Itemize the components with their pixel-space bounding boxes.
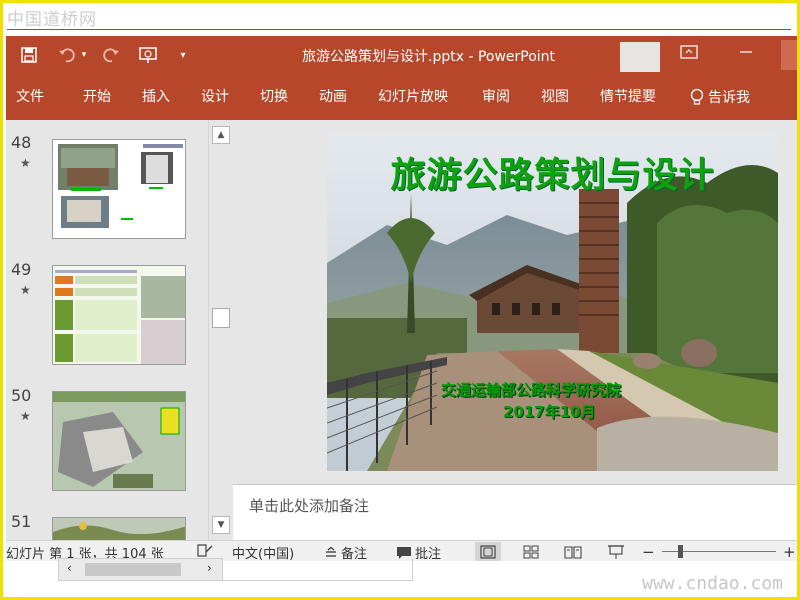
- zoom-slider-thumb[interactable]: [678, 545, 683, 558]
- slideshow-view-icon[interactable]: [603, 542, 629, 561]
- lightbulb-icon: [690, 88, 704, 105]
- undo-icon[interactable]: [56, 44, 78, 66]
- slide-subtitle-date[interactable]: 2017年10月: [503, 401, 596, 422]
- animation-star-icon: ★: [20, 156, 31, 170]
- zoom-in-button[interactable]: +: [783, 543, 796, 561]
- tab-file[interactable]: 文件: [16, 86, 44, 106]
- thumbnail-scrollbar[interactable]: ▲ ▼: [208, 120, 233, 540]
- tab-slideshow[interactable]: 幻灯片放映: [378, 86, 448, 106]
- slide-thumbnail-50[interactable]: [52, 391, 186, 491]
- slide-thumbnail-51[interactable]: [52, 517, 186, 541]
- spelling-check-icon[interactable]: [196, 543, 214, 558]
- thumbnail-number: 50: [11, 386, 32, 405]
- horizontal-scrollbar-thumb[interactable]: [85, 563, 181, 576]
- zoom-out-button[interactable]: −: [642, 543, 655, 561]
- save-icon[interactable]: [18, 44, 40, 66]
- customize-qat-icon[interactable]: ▾: [176, 44, 190, 66]
- tab-transitions[interactable]: 切换: [260, 86, 288, 106]
- normal-view-icon[interactable]: [475, 542, 501, 561]
- tab-home[interactable]: 开始: [83, 86, 111, 106]
- current-slide[interactable]: 旅游公路策划与设计 交通运输部公路科学研究院 2017年10月: [327, 133, 778, 471]
- tab-design[interactable]: 设计: [201, 86, 229, 106]
- slide-editing-area: 旅游公路策划与设计 交通运输部公路科学研究院 2017年10月: [233, 120, 797, 484]
- slideshow-from-start-icon[interactable]: [136, 44, 162, 66]
- slide-thumbnail-49[interactable]: [52, 265, 186, 365]
- notes-icon: [326, 546, 336, 557]
- divider: [7, 29, 791, 30]
- animation-star-icon: ★: [20, 283, 31, 297]
- slide-subtitle-organization[interactable]: 交通运输部公路科学研究院: [441, 379, 621, 400]
- tell-me-label: 告诉我: [708, 90, 750, 106]
- account-area[interactable]: [620, 42, 660, 72]
- tell-me-box[interactable]: 告诉我: [690, 87, 750, 107]
- scroll-left-icon[interactable]: ‹: [67, 561, 72, 575]
- slide-thumbnail-48[interactable]: [52, 139, 186, 239]
- scroll-down-icon[interactable]: ▼: [212, 516, 230, 534]
- thumbnail-number: 48: [11, 133, 32, 152]
- animation-star-icon: ★: [20, 409, 31, 423]
- tab-review[interactable]: 审阅: [482, 86, 510, 106]
- window-title: 旅游公路策划与设计.pptx - PowerPoint: [302, 49, 556, 65]
- screenshot-frame: 中国道桥网 ▾ ▾ 旅游公路策划与设计.pptx - PowerPoint 文件: [0, 0, 800, 600]
- tab-view[interactable]: 视图: [541, 86, 569, 106]
- ribbon-tabs: 文件 开始 插入 设计 切换 动画 幻灯片放映 审阅 视图 情节提要 告诉我: [6, 74, 797, 120]
- slide-thumbnails-pane: 48 ★ 49 ★ 50 ★ 51: [6, 120, 208, 541]
- minimize-icon[interactable]: [738, 44, 760, 64]
- reading-view-icon[interactable]: [560, 542, 586, 561]
- title-bar: ▾ ▾ 旅游公路策划与设计.pptx - PowerPoint: [6, 36, 797, 74]
- scrollbar-frame: [223, 558, 413, 581]
- tab-animations[interactable]: 动画: [319, 86, 347, 106]
- scroll-right-icon[interactable]: ›: [207, 561, 212, 575]
- scrollbar-thumb[interactable]: [212, 308, 230, 328]
- notes-pane[interactable]: 单击此处添加备注: [233, 484, 797, 540]
- redo-icon[interactable]: [100, 44, 122, 66]
- watermark-bottom: www.cndao.com: [642, 573, 783, 594]
- slide-title[interactable]: 旅游公路策划与设计: [327, 147, 778, 198]
- watermark-text: 中国道桥网: [7, 10, 97, 30]
- maximize-icon[interactable]: [781, 40, 797, 70]
- scroll-up-icon[interactable]: ▲: [212, 126, 230, 144]
- notes-placeholder: 单击此处添加备注: [249, 497, 370, 515]
- horizontal-scrollbar[interactable]: ‹ ›: [58, 558, 223, 581]
- tab-insert[interactable]: 插入: [142, 86, 170, 106]
- watermark-top: 中国道桥网: [3, 3, 797, 36]
- tab-storyboarding[interactable]: 情节提要: [600, 86, 656, 106]
- comments-label: 批注: [415, 547, 442, 562]
- ribbon-display-options-icon[interactable]: [680, 44, 702, 64]
- slide-sorter-view-icon[interactable]: [518, 542, 544, 561]
- thumbnail-number: 51: [11, 512, 32, 531]
- undo-dropdown-icon[interactable]: ▾: [78, 44, 90, 66]
- thumbnail-number: 49: [11, 260, 32, 279]
